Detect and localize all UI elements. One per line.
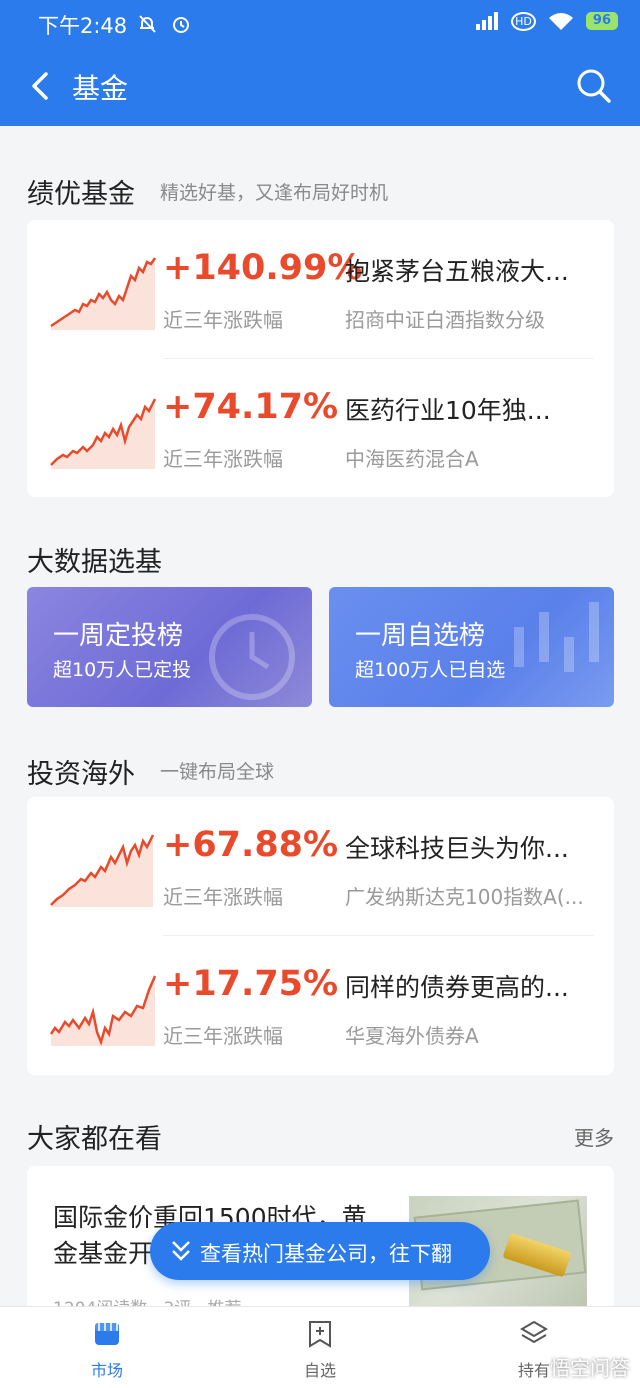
candlestick-icon [514, 602, 599, 672]
bottom-tab-bar: 市场 自选 持有 [0, 1306, 640, 1388]
sparkline-chart [50, 834, 155, 907]
fund-return: +74.17% [163, 387, 339, 427]
fund-item[interactable]: +74.17% 近三年涨跌幅 医药行业10年独... 中海医药混合A [27, 359, 614, 497]
more-link[interactable]: 更多 [574, 1122, 614, 1151]
hot-fund-companies-label: 查看热门基金公司，往下翻 [200, 1242, 452, 1266]
section-title-watching: 大家都在看 [27, 1124, 162, 1155]
weekly-auto-invest-title: 一周定投榜 [53, 621, 184, 651]
wifi-icon [548, 13, 573, 30]
hot-fund-companies-button[interactable]: 查看热门基金公司，往下翻 [150, 1222, 490, 1280]
search-icon[interactable] [574, 66, 614, 106]
sparkline-chart [50, 257, 157, 330]
bookmark-add-icon [309, 1321, 331, 1348]
store-icon [95, 1323, 119, 1345]
tab-market[interactable]: 市场 [47, 1307, 167, 1388]
layers-icon [520, 1320, 548, 1344]
tab-market-label: 市场 [90, 1361, 123, 1380]
sparkline-chart [50, 398, 157, 469]
signal-icon [476, 12, 499, 30]
section-subtitle-performance: 精选好基，又逢布局好时机 [160, 182, 389, 204]
app-bar: 基金 [0, 46, 640, 126]
status-time: 下午2:48 [38, 14, 128, 38]
hd-icon: HD [511, 11, 536, 31]
status-bar: 下午2:48 HD 96 [0, 0, 640, 46]
fund-subname: 华夏海外债券A [345, 1024, 479, 1048]
section-subtitle-overseas: 一键布局全球 [160, 761, 275, 783]
section-title-performance: 绩优基金 [27, 179, 135, 210]
section-title-bigdata: 大数据选基 [27, 547, 162, 578]
battery-indicator: 96 [585, 12, 618, 30]
page-title: 基金 [72, 72, 129, 105]
alarm-icon [173, 16, 190, 33]
fund-name: 同样的债券更高的... [345, 973, 569, 1002]
fund-return: +17.75% [163, 964, 339, 1004]
fund-subname: 中海医药混合A [345, 447, 479, 471]
overseas-card: +67.88% 近三年涨跌幅 全球科技巨头为你... 广发纳斯达克100指数A(… [27, 797, 614, 1075]
fund-return: +140.99% [163, 248, 363, 288]
tab-watchlist-label: 自选 [303, 1361, 336, 1380]
fund-subname: 招商中证白酒指数分级 [345, 308, 545, 332]
fund-item[interactable]: +140.99% 近三年涨跌幅 抱紧茅台五粮液大... 招商中证白酒指数分级 [27, 220, 614, 359]
fund-return-label: 近三年涨跌幅 [163, 308, 283, 332]
fund-name: 抱紧茅台五粮液大... [345, 257, 569, 286]
fund-name: 全球科技巨头为你... [345, 834, 569, 863]
weekly-watchlist-sub: 超100万人已自选 [355, 659, 506, 681]
back-arrow-icon[interactable] [24, 66, 64, 106]
weekly-auto-invest-sub: 超10万人已定投 [53, 659, 192, 681]
tab-watchlist[interactable]: 自选 [260, 1307, 380, 1388]
fund-item[interactable]: +67.88% 近三年涨跌幅 全球科技巨头为你... 广发纳斯达克100指数A(… [27, 797, 614, 936]
fund-return: +67.88% [163, 825, 339, 865]
fund-return-label: 近三年涨跌幅 [163, 885, 283, 909]
fund-name: 医药行业10年独... [345, 396, 551, 425]
fund-item[interactable]: +17.75% 近三年涨跌幅 同样的债券更高的... 华夏海外债券A [27, 936, 614, 1074]
weekly-watchlist-rank-button[interactable]: 一周自选榜 超100万人已自选 [329, 587, 614, 707]
bell-off-icon [139, 14, 156, 33]
weekly-auto-invest-rank-button[interactable]: 一周定投榜 超10万人已定投 [27, 587, 312, 707]
fund-return-label: 近三年涨跌幅 [163, 447, 283, 471]
weekly-watchlist-title: 一周自选榜 [355, 621, 486, 651]
fund-return-label: 近三年涨跌幅 [163, 1024, 283, 1048]
watermark: 悟空问答 [550, 1356, 630, 1380]
section-title-overseas: 投资海外 [27, 759, 135, 790]
alarm-clock-icon [209, 614, 295, 700]
fund-subname: 广发纳斯达克100指数A(... [345, 885, 584, 909]
performance-card: +140.99% 近三年涨跌幅 抱紧茅台五粮液大... 招商中证白酒指数分级 +… [27, 220, 614, 497]
sparkline-chart [49, 975, 157, 1046]
double-chevron-down-icon [172, 1241, 190, 1261]
